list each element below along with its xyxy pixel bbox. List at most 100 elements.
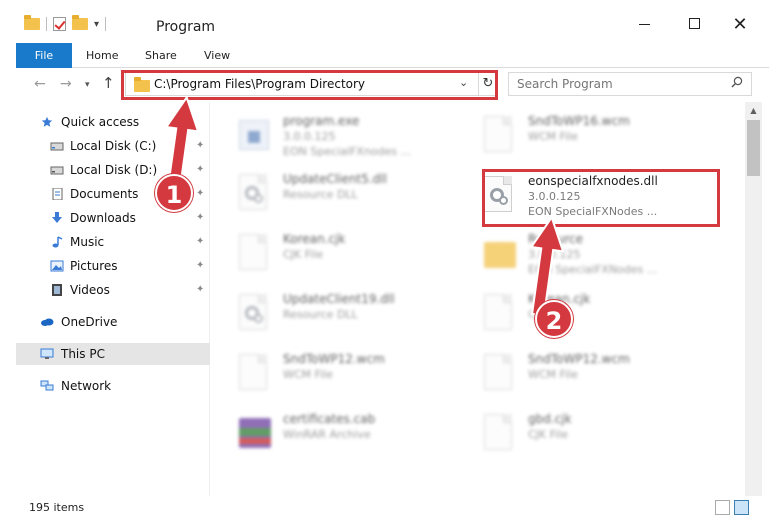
minimize-button[interactable] [634,14,654,34]
document-file-icon [239,354,269,392]
sidebar-item-label: This PC [61,347,105,361]
file-item[interactable]: SndToWP12.wcm WCM File [211,346,451,404]
sidebar-item-label: Local Disk (D:) [70,163,158,177]
step-2-callout: 2 [535,300,573,338]
documents-icon [52,188,63,200]
tab-view[interactable]: View [204,43,230,68]
toolbar-separator [105,17,107,31]
document-file-icon [484,414,514,452]
pin-icon[interactable]: ✦ [196,231,204,253]
file-description: EON SpecialFXNodes ... [528,205,658,218]
minimize-icon [638,24,650,25]
file-type: WCM File [528,368,578,381]
file-type: Resource DLL [283,188,358,201]
file-item[interactable]: UpdateClient5.dll Resource DLL [211,166,451,224]
file-name: gbd.cjk [528,412,572,426]
sidebar-item-label: Network [61,379,112,393]
item-count: 195 items [29,501,85,514]
sidebar-item-quick-access[interactable]: Quick access [16,111,210,133]
file-item[interactable]: program.exe 3.0.0.125 EON SpecialFXnodes… [211,108,451,166]
pin-icon[interactable]: ✦ [196,183,204,205]
pin-icon[interactable]: ✦ [196,255,204,277]
file-type: CJK File [283,248,324,261]
file-list: program.exe 3.0.0.125 EON SpecialFXnodes… [211,102,745,496]
folder-icon[interactable] [24,15,40,30]
file-item[interactable]: SndToWP16.wcm WCM File [456,108,696,166]
toolbar-separator [46,17,47,31]
file-description: EON SpecialFXNodes ... [528,263,658,276]
search-input[interactable] [517,76,717,92]
forward-arrow-icon[interactable]: → [60,76,72,92]
pin-icon[interactable]: ✦ [196,159,204,181]
customize-toolbar-icon[interactable]: ▾ [94,19,99,30]
file-name: Korean.cjk [283,232,346,246]
sidebar-item-videos[interactable]: Videos ✦ [16,279,210,301]
up-arrow-icon[interactable]: ↑ [102,74,115,92]
file-name: SndToWP12.wcm [283,352,385,366]
new-folder-icon[interactable] [72,15,88,30]
file-item[interactable]: certificates.cab WinRAR Archive [211,406,451,464]
file-name: UpdateClient19.dll [283,292,395,306]
file-item-target-dll[interactable]: eonspecialfxnodes.dll 3.0.0.125 EON Spec… [456,168,696,226]
window-title: Program [156,19,216,35]
sidebar-item-label: Documents [70,187,139,201]
document-file-icon [239,234,269,272]
address-bar[interactable]: C:\Program Files\Program Directory ⌄ ↻ [125,72,497,96]
dll-file-icon [239,174,269,212]
dll-file-icon [239,294,269,332]
maximize-button[interactable] [684,14,704,34]
file-name: certificates.cab [283,412,376,426]
pin-icon[interactable]: ✦ [196,207,204,229]
refresh-icon[interactable]: ↻ [478,73,497,95]
file-name: Resource [528,232,584,246]
document-file-icon [484,354,514,392]
back-arrow-icon[interactable]: ← [34,76,46,92]
file-item[interactable]: Korean.cjk CJK File [211,226,451,284]
dll-file-icon [484,176,514,214]
address-path[interactable]: C:\Program Files\Program Directory [154,77,365,91]
properties-icon[interactable] [53,17,66,31]
tab-file[interactable]: File [16,43,72,68]
tiles-view-icon[interactable] [734,500,749,515]
tab-share[interactable]: Share [145,43,177,68]
recent-locations-chevron-icon[interactable]: ▾ [85,80,90,90]
star-icon [41,116,53,127]
pin-icon[interactable]: ✦ [196,135,204,157]
sidebar-item-label: OneDrive [61,315,118,329]
network-icon [40,380,54,391]
hard-drive-icon [50,166,64,175]
file-type: WinRAR Archive [283,428,371,441]
sidebar-item-onedrive[interactable]: OneDrive [16,311,210,333]
sidebar-item-network[interactable]: Network [16,375,210,397]
scroll-thumb[interactable] [747,120,760,176]
file-version: 3.0.0.125 [283,130,336,143]
vertical-scrollbar[interactable]: ▲ [745,102,762,496]
tab-home[interactable]: Home [86,43,118,68]
sidebar-item-music[interactable]: Music ✦ [16,231,210,253]
file-item[interactable]: Korean.cjk CJK File [456,286,696,344]
hard-drive-icon [50,142,64,151]
quick-access-toolbar: ▾ [24,15,107,31]
download-arrow-icon [52,212,62,223]
exe-file-icon [239,116,269,154]
file-item[interactable]: gbd.cjk CJK File [456,406,696,464]
search-box[interactable] [508,72,752,96]
file-item[interactable]: UpdateClient19.dll Resource DLL [211,286,451,344]
details-view-icon[interactable] [715,500,730,515]
sidebar-item-label: Downloads [70,211,136,225]
address-dropdown-icon[interactable]: ⌄ [459,76,468,89]
file-name: SndToWP16.wcm [528,114,630,128]
close-button[interactable]: ✕ [730,14,750,35]
file-item[interactable]: SndToWP12.wcm WCM File [456,346,696,404]
file-item[interactable]: Resource 3.0.0.125 EON SpecialFXNodes ..… [456,226,696,284]
sidebar-item-label: Quick access [61,115,140,129]
sidebar-item-pictures[interactable]: Pictures ✦ [16,255,210,277]
scroll-up-icon[interactable]: ▲ [745,102,762,119]
sidebar-item-this-pc[interactable]: This PC [16,343,210,365]
document-file-icon [484,116,514,154]
pin-icon[interactable]: ✦ [196,279,204,301]
sidebar-item-local-disk-c[interactable]: Local Disk (C:) ✦ [16,135,210,157]
navigation-row: ← → ▾ ↑ C:\Program Files\Program Directo… [16,68,769,102]
search-icon[interactable] [731,76,743,88]
film-icon [52,284,62,296]
